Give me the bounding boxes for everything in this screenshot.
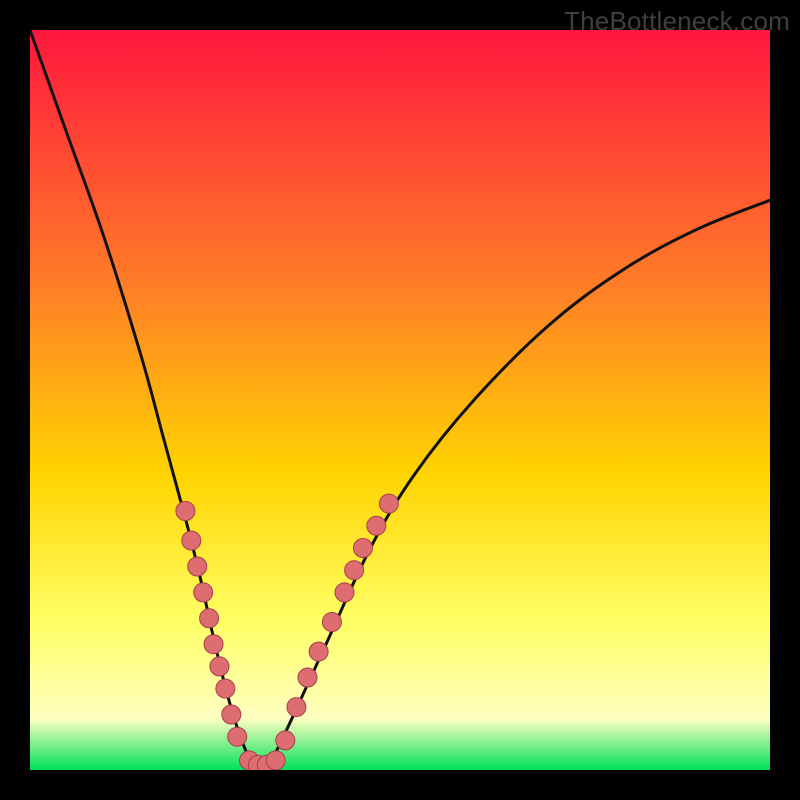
- marker-dot: [204, 635, 223, 654]
- marker-dot: [222, 705, 241, 724]
- chart-frame: TheBottleneck.com: [0, 0, 800, 800]
- marker-dot: [379, 494, 398, 513]
- watermark-text: TheBottleneck.com: [564, 6, 790, 37]
- marker-dot: [216, 679, 235, 698]
- marker-dot: [322, 613, 341, 632]
- marker-dot: [276, 731, 295, 750]
- marker-dot: [367, 516, 386, 535]
- marker-dot: [298, 668, 317, 687]
- marker-dot: [176, 502, 195, 521]
- gradient-background: [30, 30, 770, 770]
- marker-dot: [354, 539, 373, 558]
- marker-dot: [182, 531, 201, 550]
- marker-dot: [335, 583, 354, 602]
- marker-dot: [266, 751, 285, 770]
- marker-dot: [345, 561, 364, 580]
- marker-dot: [309, 642, 328, 661]
- marker-dot: [287, 698, 306, 717]
- bottleneck-plot: [0, 0, 800, 800]
- marker-dot: [188, 557, 207, 576]
- marker-dot: [228, 727, 247, 746]
- marker-dot: [194, 583, 213, 602]
- marker-dot: [200, 609, 219, 628]
- marker-dot: [210, 657, 229, 676]
